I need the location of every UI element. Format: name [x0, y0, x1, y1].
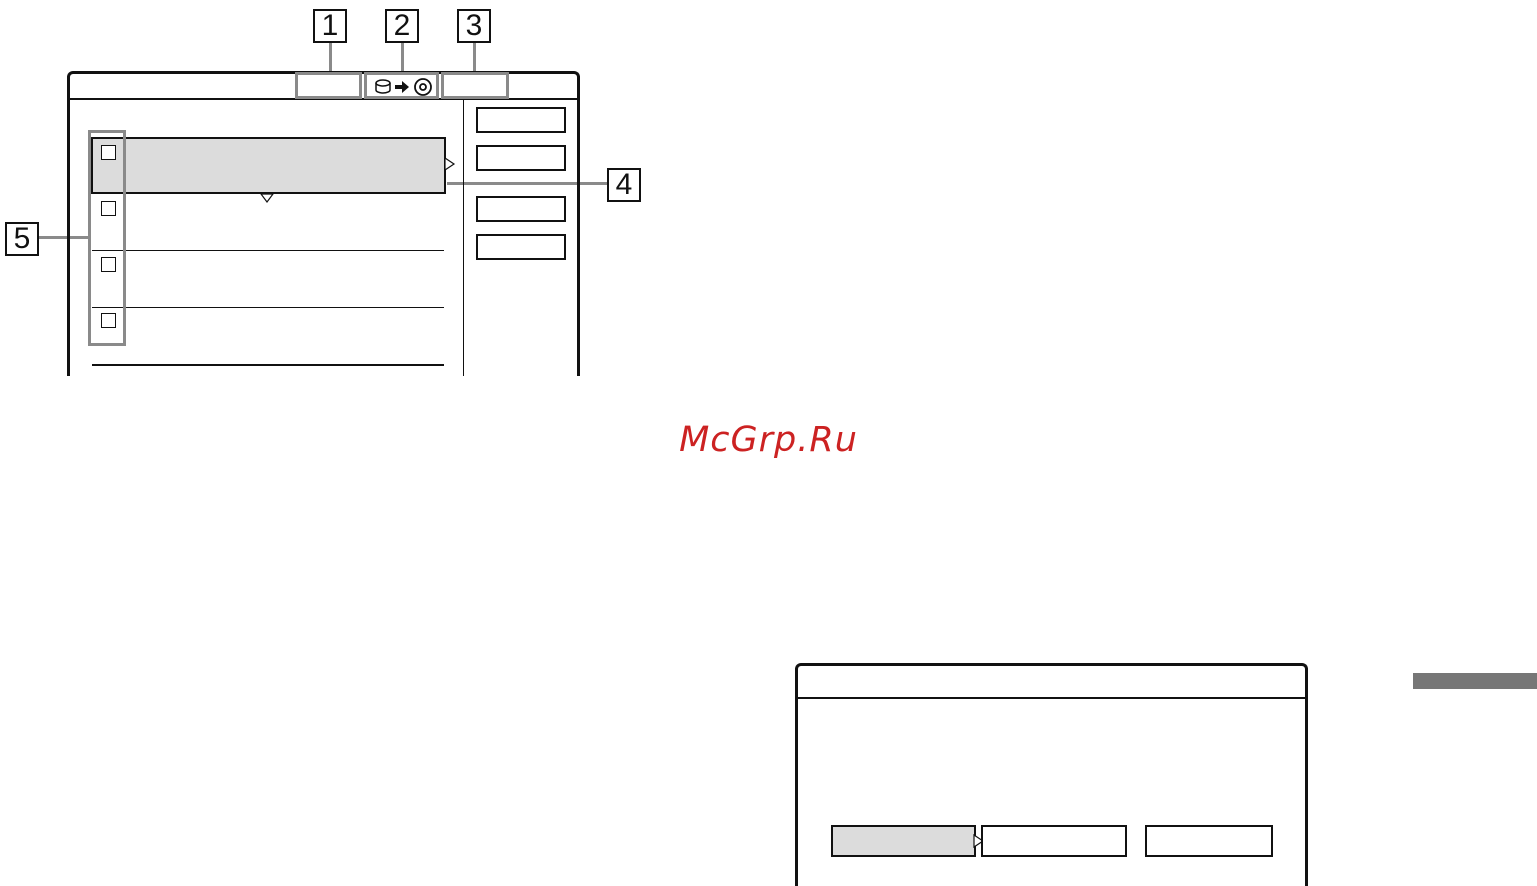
disc-icon	[414, 78, 432, 96]
side-button-4[interactable]	[476, 234, 566, 260]
header-area-2	[364, 72, 439, 99]
dialog-button-selected[interactable]	[831, 825, 976, 857]
callout-2: 2	[385, 9, 419, 43]
list-row-divider	[92, 364, 444, 366]
leader-line-3	[473, 43, 476, 73]
side-panel-divider	[463, 100, 464, 376]
callout-1: 1	[313, 9, 347, 43]
callout-4: 4	[607, 168, 641, 202]
section-tab-bar	[1413, 673, 1537, 689]
dialog-button-3[interactable]	[1145, 825, 1273, 857]
header-area-1	[295, 72, 362, 99]
side-button-1[interactable]	[476, 107, 566, 133]
hdd-icon	[375, 79, 391, 94]
callout-5: 5	[5, 222, 39, 256]
side-button-3[interactable]	[476, 196, 566, 222]
source-to-target-icons	[375, 78, 432, 96]
arrow-right-icon	[395, 81, 409, 93]
leader-line-2	[401, 43, 404, 73]
leader-line-1	[329, 43, 332, 73]
checkbox-column-frame	[88, 130, 126, 346]
dialog-header-divider	[798, 697, 1305, 699]
list-row[interactable]	[91, 195, 446, 250]
header-area-3	[441, 72, 509, 99]
callout-3: 3	[457, 9, 491, 43]
row-right-arrow-icon	[444, 157, 456, 171]
watermark-text: McGrp.Ru	[679, 420, 858, 460]
list-row[interactable]	[91, 308, 446, 364]
list-row-selected[interactable]	[91, 137, 446, 194]
list-row[interactable]	[91, 251, 446, 307]
side-button-2[interactable]	[476, 145, 566, 171]
dialog-button-2[interactable]	[981, 825, 1127, 857]
